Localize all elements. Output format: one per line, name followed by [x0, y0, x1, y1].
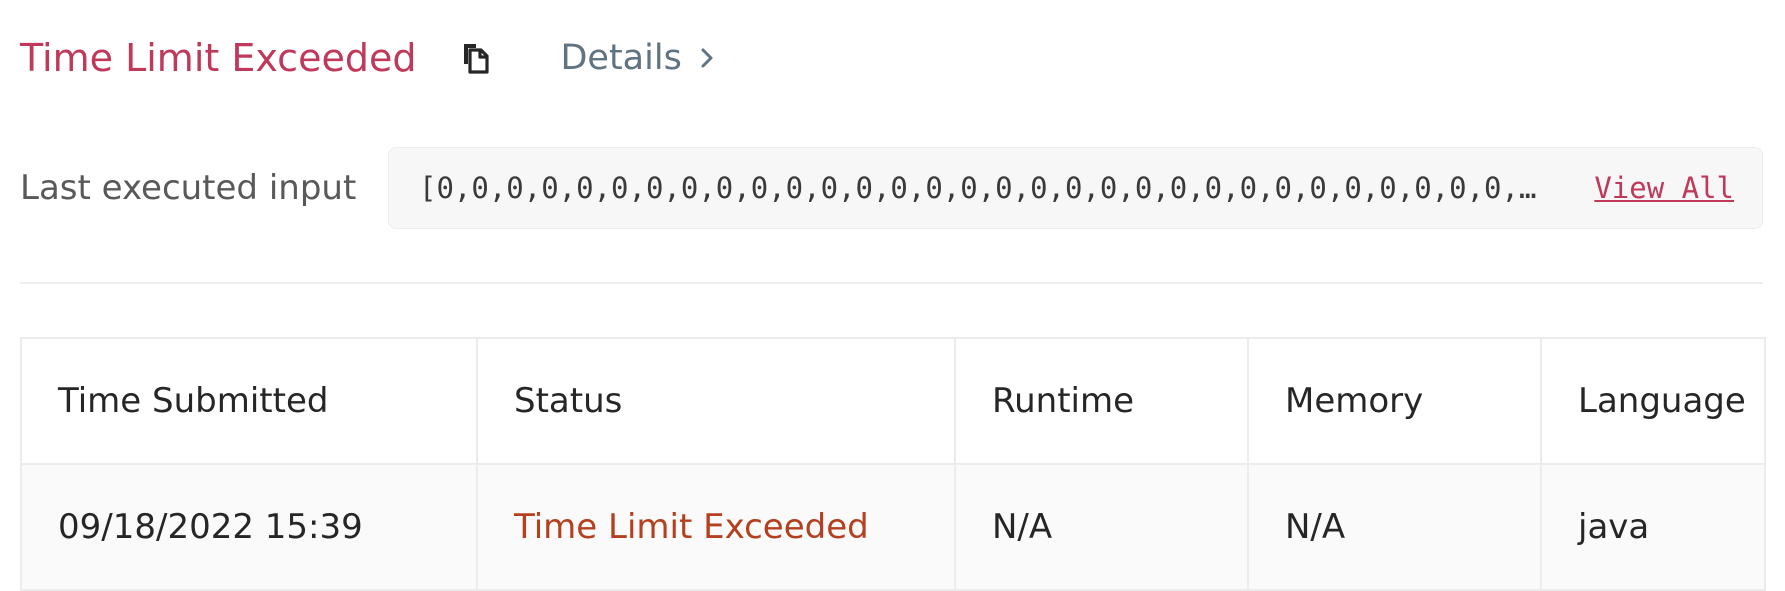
last-executed-input-box: [0,0,0,0,0,0,0,0,0,0,0,0,0,0,0,0,0,0,0,0… [388, 147, 1763, 229]
submission-table: Time Submitted Status Runtime Memory Lan… [20, 337, 1766, 591]
last-executed-input-label: Last executed input [20, 168, 357, 208]
cell-status[interactable]: Time Limit Exceeded [476, 463, 956, 591]
details-label: Details [560, 38, 682, 78]
header-status: Status [476, 337, 956, 465]
details-link[interactable]: Details [560, 38, 713, 78]
result-header: Time Limit Exceeded Details [20, 28, 714, 88]
cell-runtime: N/A [954, 463, 1249, 591]
header-memory: Memory [1247, 337, 1542, 465]
last-executed-input-row: Last executed input [0,0,0,0,0,0,0,0,0,0… [20, 146, 1763, 230]
chevron-right-icon [700, 47, 714, 69]
cell-language: java [1540, 463, 1766, 591]
copy-icon[interactable] [458, 38, 492, 78]
header-runtime: Runtime [954, 337, 1249, 465]
result-title: Time Limit Exceeded [20, 36, 417, 80]
divider [20, 282, 1763, 284]
header-language: Language [1540, 337, 1766, 465]
cell-time-submitted: 09/18/2022 15:39 [20, 463, 478, 591]
table-header-row: Time Submitted Status Runtime Memory Lan… [20, 337, 1766, 465]
last-executed-input-value: [0,0,0,0,0,0,0,0,0,0,0,0,0,0,0,0,0,0,0,0… [419, 171, 1548, 205]
view-all-link[interactable]: View All [1594, 171, 1734, 205]
header-time-submitted: Time Submitted [20, 337, 478, 465]
cell-memory: N/A [1247, 463, 1542, 591]
table-row[interactable]: 09/18/2022 15:39 Time Limit Exceeded N/A… [20, 463, 1766, 591]
